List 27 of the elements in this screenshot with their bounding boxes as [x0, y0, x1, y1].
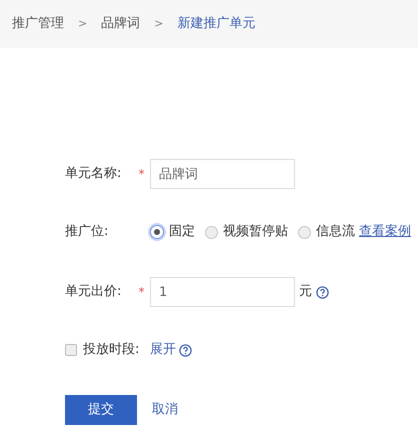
- cancel-button[interactable]: 取消: [152, 400, 178, 420]
- radio-label: 信息流: [316, 223, 355, 242]
- radio-button[interactable]: [205, 226, 218, 238]
- bid-field[interactable]: 1: [150, 277, 295, 307]
- field-label: 单元名称:: [65, 165, 122, 184]
- view-examples-link[interactable]: 查看案例: [359, 222, 411, 242]
- radio-button[interactable]: [298, 226, 311, 238]
- breadcrumb-item[interactable]: 品牌词: [101, 14, 140, 34]
- unit-name-field[interactable]: 品牌词: [150, 159, 295, 189]
- field-label: 单元出价:: [65, 283, 122, 302]
- required-icon: *: [138, 286, 144, 298]
- radio-button[interactable]: [150, 225, 164, 239]
- help-icon[interactable]: [179, 344, 192, 356]
- submit-button[interactable]: 提交: [65, 395, 137, 425]
- expand-link[interactable]: 展开: [150, 340, 176, 360]
- breadcrumb-item: 新建推广单元: [177, 15, 256, 34]
- currency-unit: 元: [299, 283, 312, 302]
- schedule-checkbox[interactable]: [65, 344, 77, 356]
- breadcrumb-separator: >: [154, 16, 164, 32]
- required-icon: *: [138, 168, 144, 180]
- radio-label: 固定: [169, 223, 195, 242]
- help-icon[interactable]: [316, 286, 329, 298]
- radio-label: 视频暂停贴: [223, 223, 288, 242]
- breadcrumb-item[interactable]: 推广管理: [12, 14, 64, 34]
- breadcrumb-separator: >: [78, 16, 88, 32]
- field-label: 投放时段:: [83, 341, 140, 360]
- field-label: 推广位:: [65, 223, 110, 242]
